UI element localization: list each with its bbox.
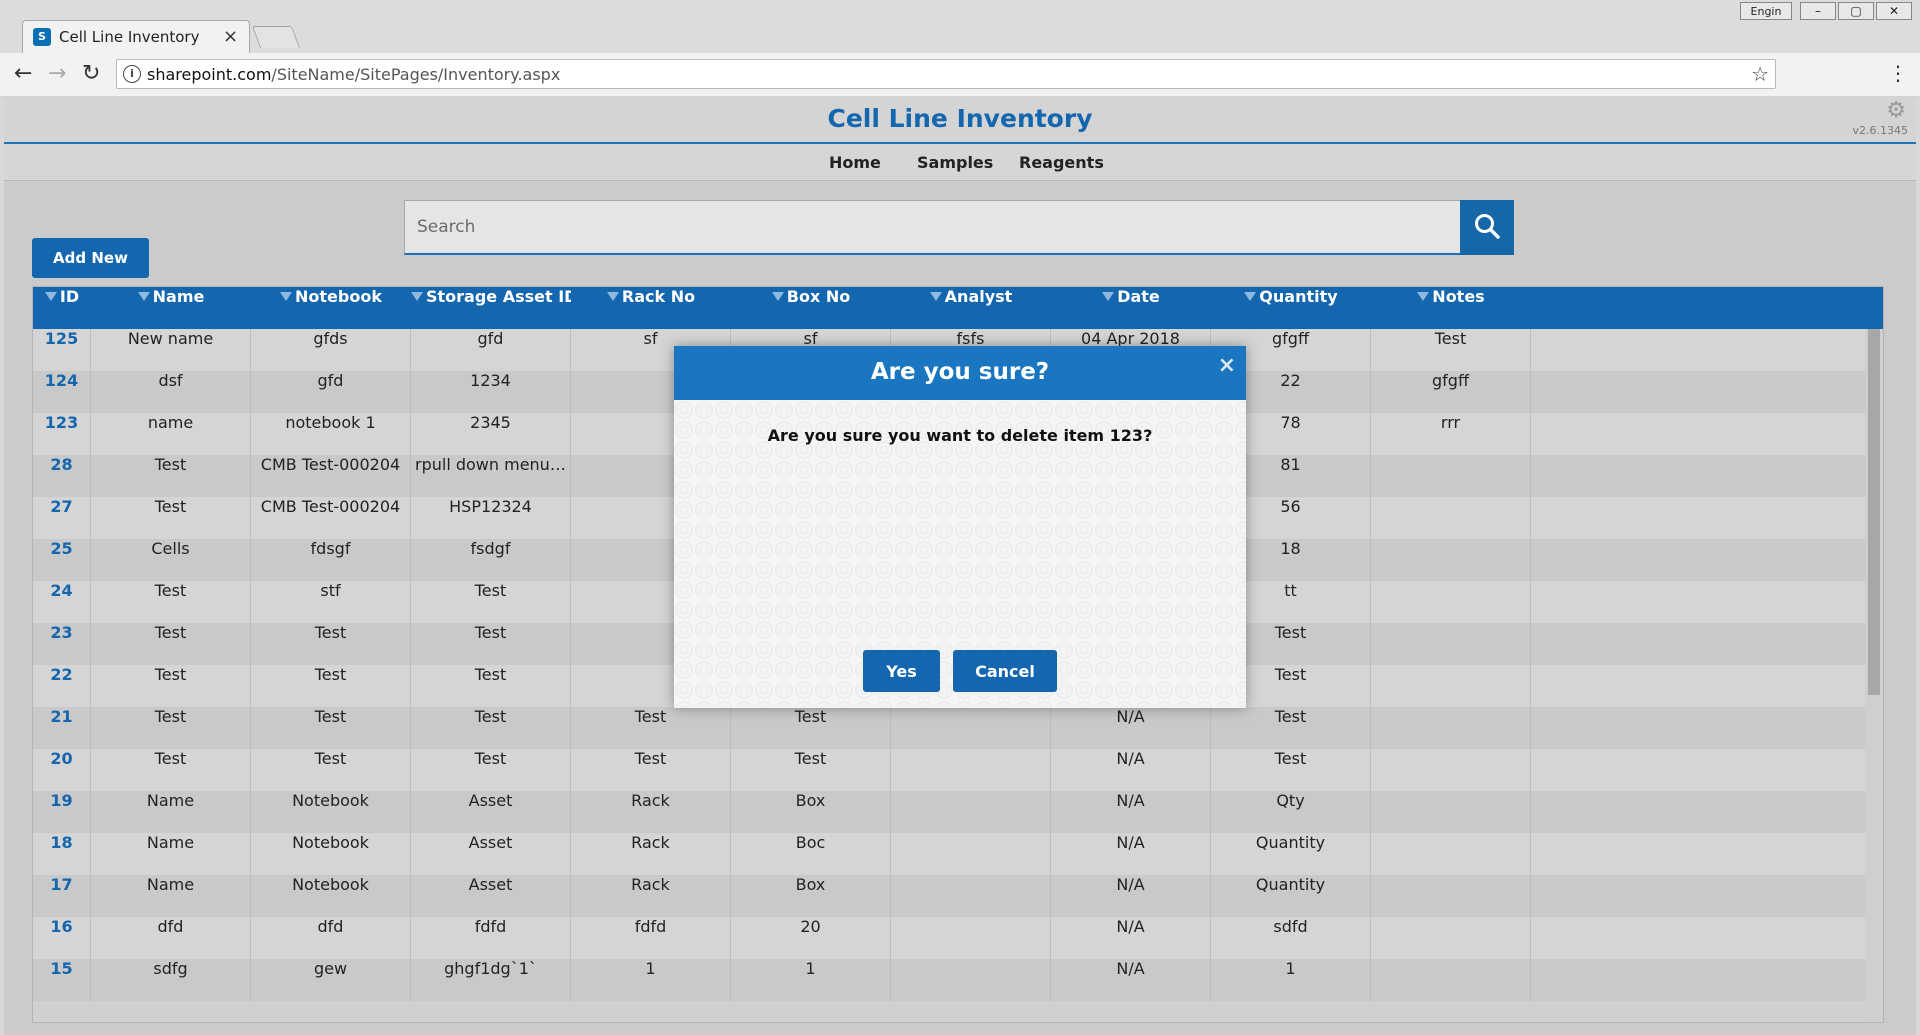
dialog-header: Are you sure? × [674,346,1246,400]
cancel-button[interactable]: Cancel [953,650,1057,692]
confirm-dialog: Are you sure? × Are you sure you want to… [674,346,1246,708]
close-icon[interactable]: × [1218,353,1236,378]
dialog-title: Are you sure? [870,359,1050,385]
modal-overlay: Are you sure? × Are you sure you want to… [0,0,1920,1035]
yes-button[interactable]: Yes [863,650,940,692]
dialog-message: Are you sure you want to delete item 123… [767,426,1153,445]
dialog-body: Are you sure you want to delete item 123… [674,400,1246,708]
